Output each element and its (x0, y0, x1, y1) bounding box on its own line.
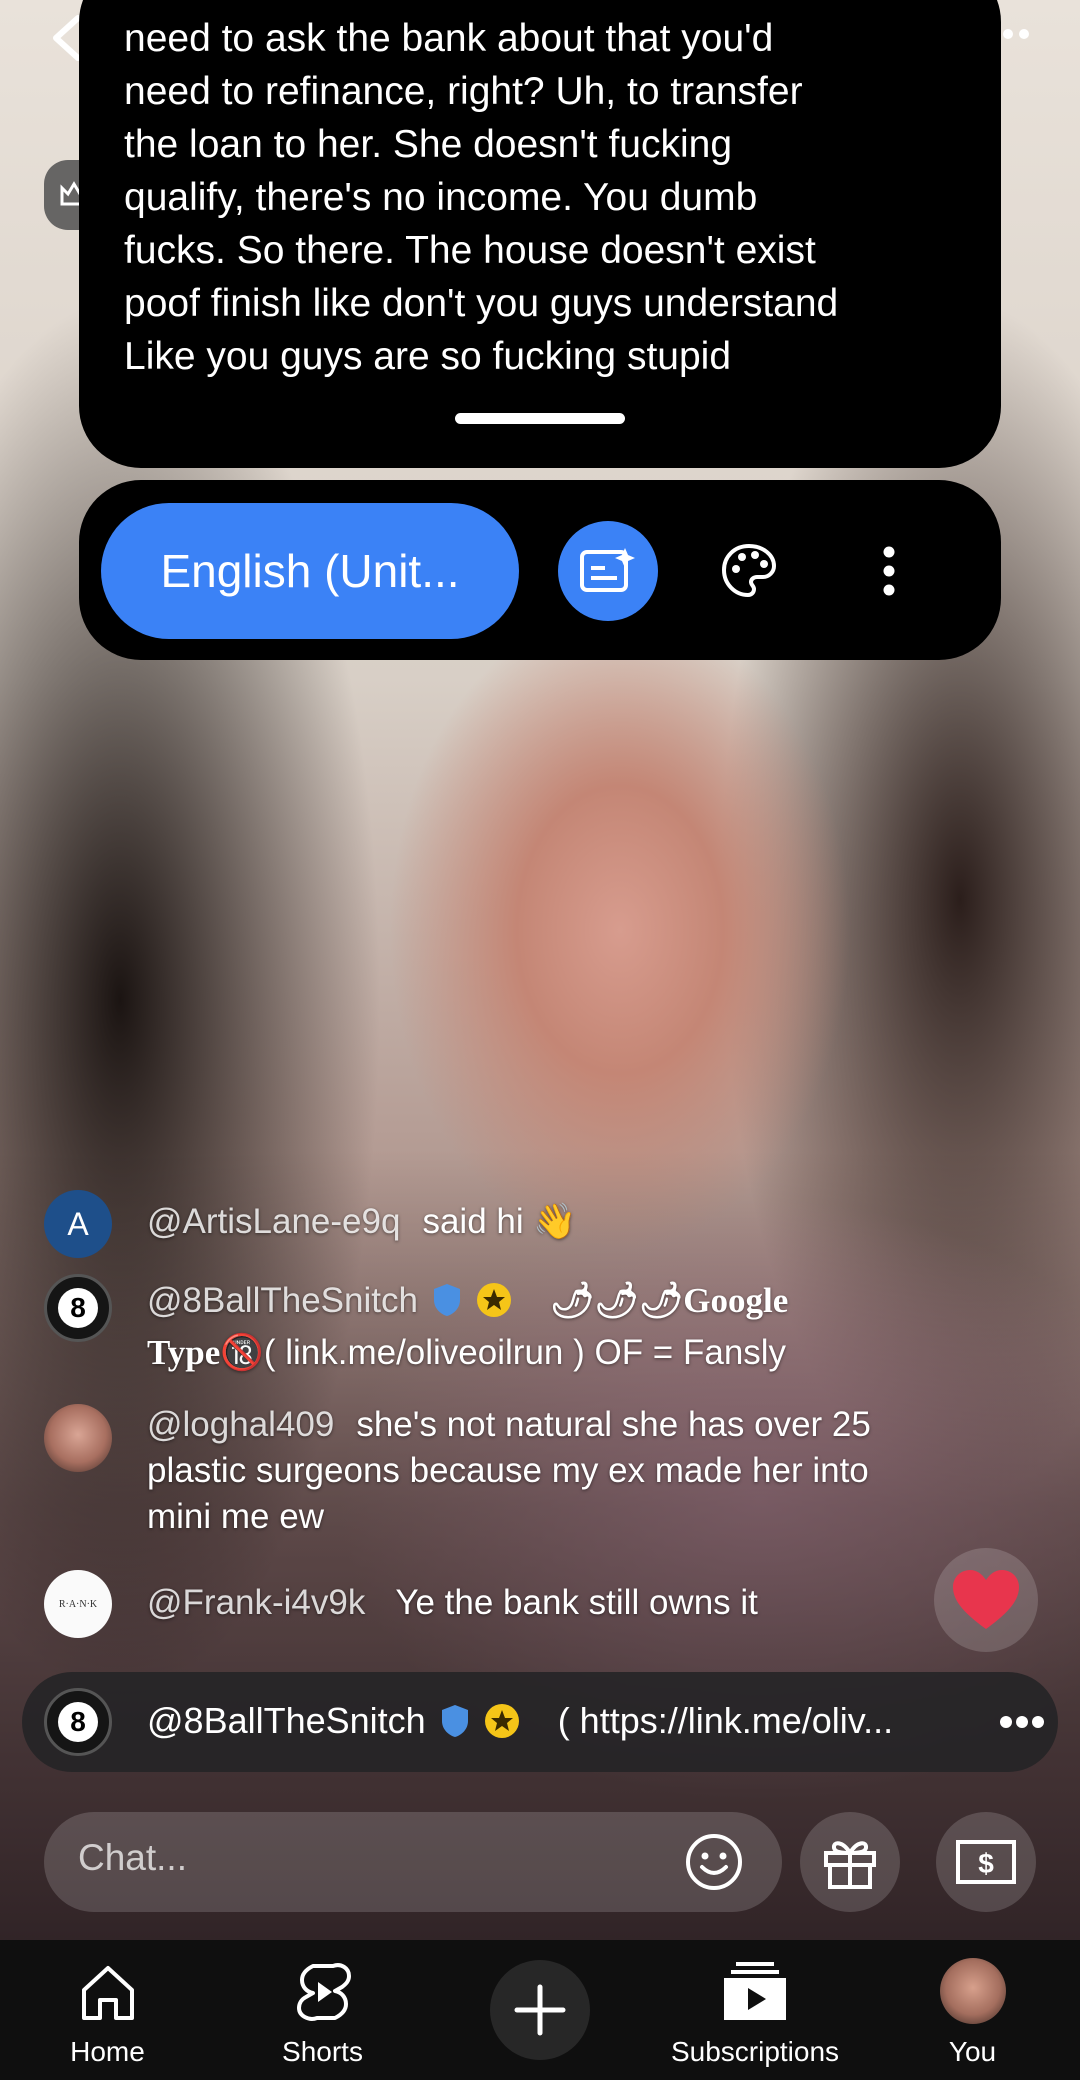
palette-icon (721, 543, 777, 598)
nav-label: Subscriptions (670, 2036, 840, 2067)
nav-home[interactable]: Home (40, 1940, 175, 2080)
gift-button[interactable] (800, 1812, 900, 1912)
nav-shorts[interactable]: Shorts (255, 1940, 390, 2080)
chat-text-line2-b: 🔞( link.me/oliveoilrun ) OF = Fansly (220, 1333, 787, 1372)
avatar-letter: A (67, 1205, 89, 1242)
avatar: R·A·N·K (44, 1570, 112, 1638)
avatar (939, 1958, 1006, 2024)
caption-text: need to ask the bank about that you'd ne… (124, 17, 839, 378)
star-badge-icon (476, 1283, 511, 1317)
home-icon (76, 1960, 140, 2029)
chat-author[interactable]: @Frank-i4v9k (147, 1583, 365, 1622)
more-vertical-icon (883, 546, 895, 596)
avatar-letter: R·A·N·K (58, 1598, 98, 1610)
chat-author[interactable]: @loghal409 (147, 1405, 334, 1444)
more-horizontal-icon (1000, 1716, 1044, 1728)
gift-icon (824, 1841, 876, 1889)
avatar: 8 (44, 1688, 112, 1756)
verified-shield-icon (433, 1284, 460, 1316)
avatar (44, 1404, 112, 1472)
pinned-message[interactable]: 8 @8BallTheSnitch ( https://link.me/oliv… (22, 1672, 1058, 1772)
caption-language-button[interactable]: English (Unit... (101, 503, 519, 639)
top-more-button[interactable] (1000, 22, 1030, 46)
caption-style-button[interactable] (699, 521, 799, 621)
emoji-button[interactable] (684, 1832, 744, 1892)
pinned-more-button[interactable] (998, 1714, 1046, 1730)
dollar-bill-icon: $ (956, 1840, 1016, 1884)
pinned-text: ( https://link.me/oliv... (557, 1700, 894, 1741)
verified-shield-icon (441, 1705, 468, 1737)
ai-caption-icon (580, 548, 635, 592)
subscriptions-icon (722, 1960, 788, 2029)
chat-author[interactable]: @8BallTheSnitch (147, 1281, 418, 1320)
chat-author[interactable]: @ArtisLane-e9q (147, 1202, 400, 1241)
chat-input[interactable]: Chat... (44, 1812, 782, 1912)
ai-caption-button[interactable] (558, 521, 658, 621)
chat-message-body: @ArtisLane-e9q said hi 👋 (147, 1199, 867, 1245)
nav-label: Home (70, 2036, 145, 2067)
live-caption-box[interactable]: need to ask the bank about that you'd ne… (79, 0, 1001, 468)
chat-message-body: @Frank-i4v9k Ye the bank still owns it (147, 1580, 867, 1626)
chat-text: Ye the bank still owns it (395, 1583, 758, 1622)
nav-you[interactable]: You (905, 1940, 1040, 2080)
nav-label: You (948, 2036, 997, 2067)
emoji-icon (686, 1834, 742, 1890)
chat-message-body: @loghal409 she's not natural she has over… (147, 1402, 887, 1540)
svg-text:$: $ (978, 1848, 994, 1879)
chat-input-placeholder: Chat... (78, 1837, 187, 1878)
bottom-navigation: Home Shorts Subscriptions You (0, 1940, 1080, 2080)
super-chat-button[interactable]: $ (936, 1812, 1036, 1912)
caption-more-button[interactable] (839, 521, 939, 621)
pinned-message-body: @8BallTheSnitch ( https://link.me/oliv..… (147, 1697, 977, 1745)
chat-text: said hi 👋 (422, 1202, 577, 1241)
create-plus-icon (514, 1984, 566, 2036)
avatar: 8 (44, 1274, 112, 1342)
nav-subscriptions[interactable]: Subscriptions (660, 1940, 850, 2080)
chat-text: 🌶🌶🌶Google (549, 1281, 789, 1320)
avatar: A (44, 1190, 112, 1258)
nav-label: Shorts (282, 2036, 363, 2067)
create-button[interactable] (490, 1960, 590, 2060)
avatar-letter: 8 (58, 1288, 98, 1328)
star-badge-icon (484, 1704, 519, 1738)
chat-message-body: @8BallTheSnitch 🌶🌶🌶Google Type🔞( link.me… (147, 1278, 907, 1376)
heart-icon (953, 1570, 1019, 1629)
chat-author[interactable]: @8BallTheSnitch (147, 1700, 426, 1741)
chat-text-line2-a: Type (147, 1333, 221, 1372)
caption-toolbar: English (Unit... (79, 480, 1001, 660)
avatar-letter: 8 (58, 1702, 98, 1742)
more-horizontal-icon (1003, 29, 1029, 39)
heart-reaction-button[interactable] (934, 1548, 1038, 1652)
caption-drag-handle[interactable] (455, 413, 625, 424)
shorts-icon (291, 1960, 355, 2029)
